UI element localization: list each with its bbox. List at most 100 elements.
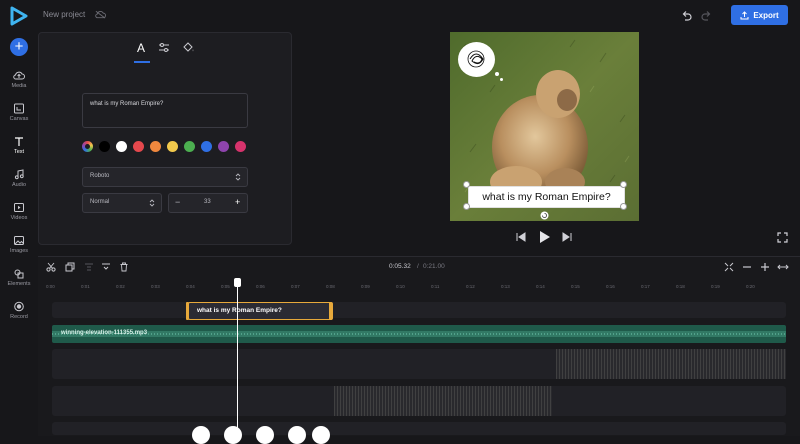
- swatch-black[interactable]: [99, 141, 110, 152]
- rail-item-media[interactable]: Media: [0, 70, 38, 89]
- clip-trim-handle-right[interactable]: [329, 302, 332, 320]
- thought-bubble-sticker[interactable]: [458, 42, 495, 77]
- record-icon: [14, 301, 24, 312]
- expand-horizontal-icon[interactable]: [777, 262, 789, 272]
- thought-dot: [500, 78, 503, 81]
- rail-item-canvas[interactable]: Canvas: [0, 103, 38, 122]
- text-clip[interactable]: what is my Roman Empire?: [188, 302, 333, 320]
- paint-bucket-icon[interactable]: [182, 41, 195, 53]
- clip-trim-handle-left[interactable]: [186, 302, 189, 320]
- custom-color-picker[interactable]: [82, 141, 93, 152]
- add-button[interactable]: +: [10, 38, 28, 56]
- rail-item-images[interactable]: Images: [0, 235, 38, 254]
- current-time: 0:05.32: [389, 263, 411, 270]
- chevron-updown-icon: [149, 199, 155, 207]
- text-settings-panel: [38, 32, 292, 245]
- undo-icon[interactable]: [681, 10, 692, 21]
- rail-label-elements: Elements: [7, 281, 31, 287]
- project-name[interactable]: New project: [43, 10, 85, 19]
- swatch-red[interactable]: [133, 141, 144, 152]
- tick-label: 0:12: [466, 284, 475, 289]
- rail-item-record[interactable]: Record: [0, 301, 38, 320]
- swatch-yellow[interactable]: [167, 141, 178, 152]
- align-top-icon[interactable]: [84, 262, 94, 272]
- resize-handle[interactable]: [620, 181, 627, 188]
- tick-label: 0:09: [361, 284, 370, 289]
- rail-item-audio[interactable]: Audio: [0, 169, 38, 188]
- caption-text-value: what is my Roman Empire?: [90, 101, 164, 107]
- zoom-out-icon[interactable]: [742, 262, 752, 272]
- caption-overlay-text: what is my Roman Empire?: [482, 191, 611, 203]
- decrease-size-button[interactable]: −: [175, 197, 180, 207]
- audio-clip[interactable]: [52, 325, 786, 343]
- scribble-icon: [467, 50, 485, 68]
- tick-label: 0:13: [501, 284, 510, 289]
- redo-icon[interactable]: [701, 10, 712, 21]
- caption-text-input[interactable]: what is my Roman Empire?: [82, 93, 248, 128]
- font-weight-select[interactable]: Normal: [82, 193, 162, 213]
- fit-timeline-icon[interactable]: [724, 262, 734, 272]
- swatch-white[interactable]: [116, 141, 127, 152]
- sticker-clip[interactable]: [256, 426, 274, 444]
- tick-label: 0:07: [291, 284, 300, 289]
- align-bottom-icon[interactable]: [101, 262, 111, 272]
- video-clip-static[interactable]: [556, 349, 786, 379]
- rail-item-videos[interactable]: Videos: [0, 202, 38, 221]
- swatch-pink[interactable]: [235, 141, 246, 152]
- sticker-clip[interactable]: [312, 426, 330, 444]
- caption-overlay[interactable]: what is my Roman Empire?: [468, 186, 625, 208]
- resize-handle[interactable]: [620, 203, 627, 210]
- skip-back-icon[interactable]: [515, 231, 527, 243]
- text-icon: [15, 137, 23, 146]
- waveform: [52, 331, 786, 337]
- skip-forward-icon[interactable]: [561, 231, 573, 243]
- swatch-orange[interactable]: [150, 141, 161, 152]
- font-size-stepper[interactable]: − 33 +: [168, 193, 248, 213]
- swatch-blue[interactable]: [201, 141, 212, 152]
- rail-item-elements[interactable]: Elements: [0, 268, 38, 287]
- cloud-upload-icon: [13, 71, 25, 80]
- chevron-updown-icon: [235, 173, 241, 181]
- app-logo-icon[interactable]: [10, 6, 28, 26]
- playhead-handle[interactable]: [234, 278, 241, 287]
- font-weight-value: Normal: [90, 199, 110, 205]
- video-icon: [14, 203, 24, 212]
- swatch-purple[interactable]: [218, 141, 229, 152]
- text-clip-label: what is my Roman Empire?: [197, 307, 282, 314]
- play-icon[interactable]: [538, 230, 551, 244]
- sticker-clip[interactable]: [224, 426, 242, 444]
- tick-label: 0:11: [431, 284, 440, 289]
- tab-text-style[interactable]: A: [137, 41, 145, 55]
- time-separator: /: [417, 263, 419, 270]
- export-button[interactable]: Export: [731, 5, 788, 25]
- duplicate-icon[interactable]: [65, 262, 75, 272]
- rail-label-text: Text: [13, 149, 25, 155]
- sticker-track[interactable]: [52, 422, 786, 435]
- playhead[interactable]: [237, 278, 238, 435]
- increase-size-button[interactable]: +: [235, 197, 240, 207]
- font-family-select[interactable]: Roboto: [82, 167, 248, 187]
- fullscreen-icon[interactable]: [777, 232, 788, 243]
- tick-label: 0:04: [186, 284, 195, 289]
- trash-icon[interactable]: [119, 262, 129, 272]
- audio-clip-label: winning-elevation-111355.mp3: [61, 330, 148, 336]
- zoom-in-icon[interactable]: [760, 262, 770, 272]
- text-track[interactable]: [52, 302, 786, 318]
- resize-handle[interactable]: [463, 181, 470, 188]
- sticker-clip[interactable]: [288, 426, 306, 444]
- rotate-icon[interactable]: [540, 211, 549, 220]
- video-clip-static[interactable]: [334, 386, 552, 416]
- cloud-off-icon: [95, 10, 106, 19]
- resize-handle[interactable]: [463, 203, 470, 210]
- music-note-icon: [14, 169, 24, 180]
- scissors-icon[interactable]: [46, 262, 56, 272]
- tick-label: 0:17: [641, 284, 650, 289]
- tick-label: 0:08: [326, 284, 335, 289]
- tick-label: 0:05: [221, 284, 230, 289]
- sticker-clip[interactable]: [192, 426, 210, 444]
- rail-item-text[interactable]: Text: [0, 136, 38, 155]
- swatch-green[interactable]: [184, 141, 195, 152]
- total-time: 0:21.00: [423, 263, 445, 270]
- sliders-icon[interactable]: [158, 42, 170, 53]
- tick-label: 0:01: [81, 284, 90, 289]
